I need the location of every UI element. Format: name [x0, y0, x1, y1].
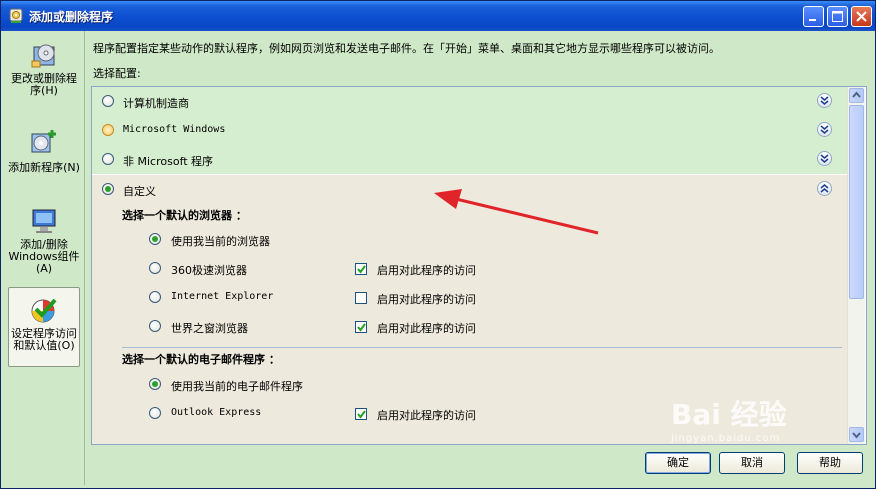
- sidebar-item-label: 添加/删除Windows组件(A): [8, 238, 80, 275]
- minimize-button[interactable]: [803, 6, 824, 27]
- baidu-watermark: Bai 经验 jingyan.baidu.com: [671, 393, 787, 444]
- radio-button[interactable]: [149, 407, 161, 419]
- install-cd-icon: [28, 128, 60, 160]
- radio-button[interactable]: [149, 262, 161, 274]
- radio-button[interactable]: [102, 153, 114, 165]
- enable-access-label: 启用对此程序的访问: [377, 264, 476, 277]
- config-list[interactable]: 计算机制造商 Microsoft Windows 非 Microsoft 程序: [91, 86, 867, 445]
- enable-access-label: 启用对此程序的访问: [377, 409, 476, 422]
- program-defaults-icon: [28, 294, 60, 326]
- chevron-down-icon: [852, 432, 861, 439]
- email-section-title: 选择一个默认的电子邮件程序 ：: [122, 353, 280, 366]
- config-label: Microsoft Windows: [123, 124, 226, 135]
- sidebar-item-label: 设定程序访问和默认值(O): [11, 327, 77, 352]
- expand-chevron-icon[interactable]: [817, 151, 832, 166]
- radio-button[interactable]: [149, 233, 161, 245]
- window-title: 添加或删除程序: [29, 10, 114, 24]
- sidebar-item-windows-components[interactable]: 添加/删除Windows组件(A): [8, 205, 80, 275]
- red-arrow-annotation-icon: [434, 189, 599, 235]
- checkmark-icon: [357, 410, 366, 419]
- radio-button[interactable]: [102, 183, 114, 195]
- radio-button[interactable]: [149, 378, 161, 390]
- enable-access-label: 启用对此程序的访问: [377, 322, 476, 335]
- close-button[interactable]: [851, 6, 872, 27]
- chevron-up-icon: [852, 91, 861, 98]
- vertical-scrollbar[interactable]: [847, 87, 865, 444]
- sidebar-item-change-remove[interactable]: 更改或删除程序(H): [8, 39, 80, 97]
- sidebar-item-label: 更改或删除程序(H): [11, 72, 77, 97]
- watermark-url: jingyan.baidu.com: [671, 433, 781, 444]
- help-button[interactable]: 帮助: [797, 452, 863, 474]
- config-option-microsoft-windows[interactable]: Microsoft Windows: [92, 116, 847, 145]
- email-option-current[interactable]: 使用我当前的电子邮件程序: [171, 378, 303, 394]
- maximize-button[interactable]: [827, 6, 848, 27]
- browser-option-theworld[interactable]: 世界之窗浏览器: [171, 320, 248, 336]
- checkmark-icon: [357, 265, 366, 274]
- maximize-icon: [832, 11, 843, 22]
- choose-config-label: 选择配置:: [93, 67, 141, 80]
- enable-access-checkbox[interactable]: [355, 263, 367, 275]
- radio-button[interactable]: [102, 95, 114, 107]
- cancel-button[interactable]: 取消: [719, 452, 785, 474]
- radio-button[interactable]: [102, 124, 114, 136]
- section-divider: [122, 347, 842, 348]
- ok-button[interactable]: 确定: [645, 452, 711, 474]
- config-label: 自定义: [123, 185, 156, 198]
- expand-chevron-icon[interactable]: [817, 122, 832, 137]
- config-label: 计算机制造商: [123, 97, 189, 110]
- checkmark-icon: [357, 323, 366, 332]
- sidebar-item-program-defaults[interactable]: 设定程序访问和默认值(O): [8, 287, 80, 367]
- enable-access-label: 启用对此程序的访问: [377, 293, 476, 306]
- minimize-icon: [809, 19, 816, 21]
- sidebar-item-label: 添加新程序(N): [8, 161, 80, 174]
- scroll-thumb[interactable]: [849, 105, 864, 299]
- browser-section-title: 选择一个默认的浏览器 ：: [122, 209, 247, 222]
- enable-access-checkbox[interactable]: [355, 292, 367, 304]
- config-option-non-microsoft[interactable]: 非 Microsoft 程序: [92, 145, 847, 174]
- browser-option-current[interactable]: 使用我当前的浏览器: [171, 233, 270, 249]
- windows-components-icon: [28, 205, 60, 237]
- collapse-chevron-icon[interactable]: [817, 181, 832, 196]
- email-option-outlook-express[interactable]: Outlook Express: [171, 407, 261, 418]
- browser-option-360[interactable]: 360极速浏览器: [171, 262, 247, 278]
- scroll-up-button[interactable]: [849, 88, 864, 103]
- add-remove-programs-icon: [7, 7, 25, 25]
- add-remove-programs-window: 添加或删除程序 更改或删除程序(H) 添加新程序(N) 添加/删除Windows…: [0, 0, 876, 489]
- enable-access-checkbox[interactable]: [355, 321, 367, 333]
- title-bar[interactable]: 添加或删除程序: [1, 1, 875, 31]
- expand-chevron-icon[interactable]: [817, 93, 832, 108]
- close-icon: [856, 11, 867, 22]
- description-text: 程序配置指定某些动作的默认程序，例如网页浏览和发送电子邮件。在「开始」菜单、桌面…: [93, 42, 720, 55]
- config-label: 非 Microsoft 程序: [123, 155, 214, 168]
- enable-access-checkbox[interactable]: [355, 408, 367, 420]
- scroll-down-button[interactable]: [849, 427, 864, 442]
- watermark-brand: Bai 经验: [671, 398, 787, 431]
- radio-button[interactable]: [149, 320, 161, 332]
- radio-button[interactable]: [149, 291, 161, 303]
- cd-box-icon: [28, 39, 60, 71]
- sidebar: 更改或删除程序(H) 添加新程序(N) 添加/删除Windows组件(A) 设定…: [5, 31, 83, 486]
- config-option-manufacturer[interactable]: 计算机制造商: [92, 87, 847, 116]
- sidebar-item-add-new[interactable]: 添加新程序(N): [8, 128, 80, 174]
- browser-option-ie[interactable]: Internet Explorer: [171, 291, 273, 302]
